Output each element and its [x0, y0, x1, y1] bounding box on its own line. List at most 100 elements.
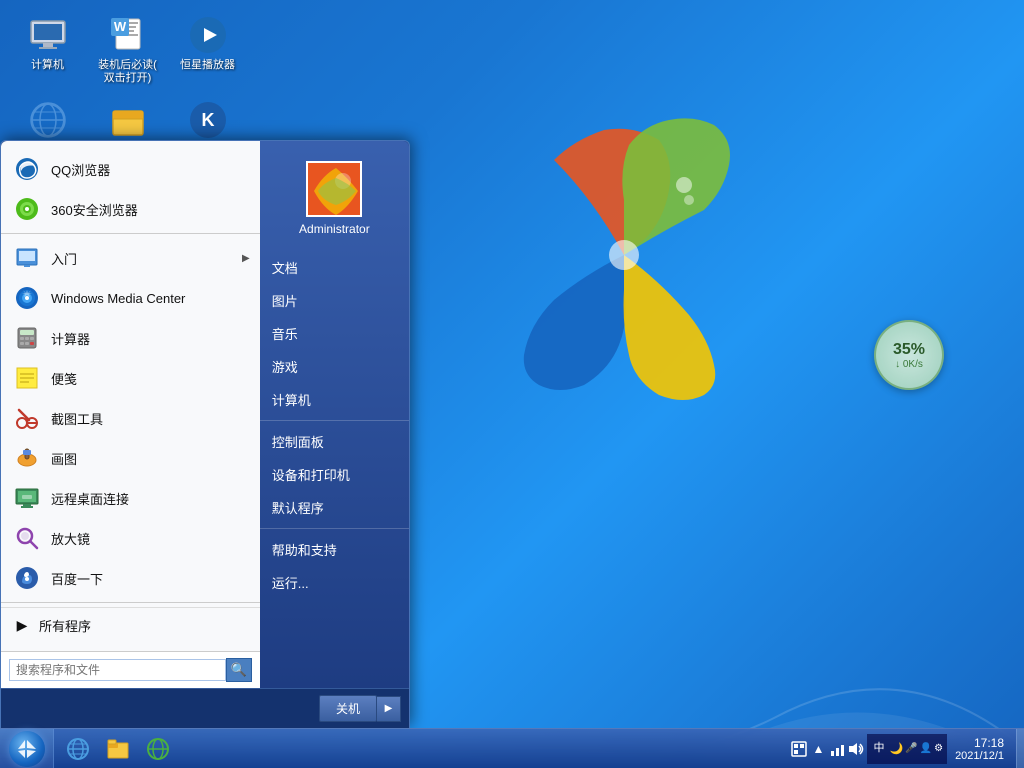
- start-search-input[interactable]: [9, 659, 226, 681]
- start-right-control-panel[interactable]: 控制面板: [260, 425, 409, 458]
- start-item-qq-browser[interactable]: QQ浏览器: [1, 149, 260, 189]
- start-right-pictures[interactable]: 图片: [260, 284, 409, 317]
- calculator-icon: [13, 324, 41, 352]
- lang-person-icon: 👤: [920, 743, 932, 754]
- clock-time: 17:18: [974, 736, 1004, 750]
- tray-network[interactable]: [828, 740, 846, 758]
- qq-browser-icon: [13, 155, 41, 183]
- kugou-icon: K: [188, 100, 228, 140]
- start-left-items: QQ浏览器 360安全浏览器: [1, 141, 260, 651]
- taskbar: ▲: [0, 728, 1024, 768]
- tray-action-center[interactable]: [790, 740, 808, 758]
- user-avatar-area: Administrator: [260, 151, 409, 246]
- user-avatar[interactable]: [306, 161, 362, 217]
- tray-volume[interactable]: [847, 740, 865, 758]
- start-menu: QQ浏览器 360安全浏览器: [0, 140, 410, 728]
- start-item-all-programs[interactable]: ▶ 所有程序: [1, 607, 260, 643]
- start-item-calculator[interactable]: 计算器: [1, 318, 260, 358]
- 360-browser-icon: [13, 195, 41, 223]
- paint-icon: [13, 444, 41, 472]
- desktop-icon-star-player[interactable]: 恒星播放器: [170, 10, 245, 90]
- start-right-documents[interactable]: 文档: [260, 251, 409, 284]
- start-right-music[interactable]: 音乐: [260, 317, 409, 350]
- username: Administrator: [299, 222, 370, 236]
- getting-started-label: 入门: [51, 249, 77, 268]
- language-indicator[interactable]: 中 🌙 🎤 👤 ⚙: [867, 734, 947, 764]
- start-right-computer[interactable]: 计算机: [260, 383, 409, 416]
- windows-orb: [9, 731, 45, 767]
- star-player-icon: [188, 15, 228, 55]
- activate-driver-icon: [108, 100, 148, 140]
- start-item-baidu[interactable]: 百度一下: [1, 558, 260, 598]
- sticky-notes-icon: [13, 364, 41, 392]
- perf-speed: ↓ 0K/s: [895, 359, 923, 370]
- getting-started-arrow: ▶: [242, 253, 250, 264]
- taskbar-items: [54, 731, 784, 767]
- start-right-run[interactable]: 运行...: [260, 566, 409, 599]
- start-button[interactable]: [0, 729, 54, 768]
- right-divider-1: [260, 420, 409, 421]
- qq-browser-label: QQ浏览器: [51, 160, 110, 179]
- all-programs-icon: ▶: [13, 617, 31, 635]
- search-button[interactable]: 🔍: [226, 658, 252, 682]
- show-desktop-button[interactable]: [1016, 729, 1024, 768]
- lang-icon: 中: [871, 739, 887, 758]
- lang-settings-icon: ⚙: [934, 743, 943, 754]
- system-tray: ▲: [784, 734, 1016, 764]
- tray-up-arrow[interactable]: ▲: [809, 740, 827, 758]
- lang-mic-icon: 🎤: [905, 743, 917, 754]
- start-item-snipping-tool[interactable]: 截图工具: [1, 398, 260, 438]
- start-divider-1: [1, 233, 260, 234]
- start-item-remote-desktop[interactable]: 远程桌面连接: [1, 478, 260, 518]
- install-guide-label: 装机后必读(双击打开): [98, 59, 157, 85]
- start-right-default-programs[interactable]: 默认程序: [260, 491, 409, 524]
- start-item-paint[interactable]: 画图: [1, 438, 260, 478]
- baidu-label: 百度一下: [51, 569, 103, 588]
- shutdown-arrow-button[interactable]: ▶: [377, 696, 401, 722]
- desktop-icon-computer[interactable]: 计算机: [10, 10, 85, 90]
- start-item-getting-started[interactable]: 入门 ▶: [1, 238, 260, 278]
- start-right-devices-printers[interactable]: 设备和打印机: [260, 458, 409, 491]
- taskbar-ie2[interactable]: [138, 731, 178, 767]
- start-divider-2: [1, 602, 260, 603]
- calculator-label: 计算器: [51, 329, 90, 348]
- taskbar-ie[interactable]: [58, 731, 98, 767]
- remote-desktop-icon: [13, 484, 41, 512]
- avatar-image: [308, 163, 362, 217]
- network-icon: [28, 100, 68, 140]
- 360-browser-label: 360安全浏览器: [51, 200, 138, 219]
- shutdown-button[interactable]: 关机: [319, 695, 377, 722]
- wmc-icon: [13, 284, 41, 312]
- start-item-sticky-notes[interactable]: 便笺: [1, 358, 260, 398]
- start-item-wmc[interactable]: Windows Media Center: [1, 278, 260, 318]
- clock-area[interactable]: 17:18 2021/12/1: [949, 736, 1010, 762]
- start-right-games[interactable]: 游戏: [260, 350, 409, 383]
- desktop: 35% ↓ 0K/s 计算机: [0, 0, 1024, 768]
- remote-desktop-label: 远程桌面连接: [51, 489, 129, 508]
- clock-date: 2021/12/1: [955, 750, 1004, 762]
- lang-moon-icon: 🌙: [889, 742, 903, 755]
- desktop-icon-install-guide[interactable]: W 装机后必读(双击打开): [90, 10, 165, 90]
- snipping-tool-label: 截图工具: [51, 409, 103, 428]
- taskbar-explorer[interactable]: [98, 731, 138, 767]
- windows-logo: [474, 100, 774, 410]
- sticky-notes-label: 便笺: [51, 369, 77, 388]
- start-item-magnifier[interactable]: 放大镜: [1, 518, 260, 558]
- start-search-area: 🔍: [1, 651, 260, 688]
- performance-widget[interactable]: 35% ↓ 0K/s: [874, 320, 944, 390]
- start-menu-left: QQ浏览器 360安全浏览器: [1, 141, 260, 688]
- baidu-icon: [13, 564, 41, 592]
- start-item-360-browser[interactable]: 360安全浏览器: [1, 189, 260, 229]
- install-guide-icon: W: [108, 15, 148, 55]
- paint-label: 画图: [51, 449, 77, 468]
- snipping-tool-icon: [13, 404, 41, 432]
- start-menu-bottom: 关机 ▶: [1, 688, 409, 728]
- start-right-help[interactable]: 帮助和支持: [260, 533, 409, 566]
- svg-text:K: K: [201, 110, 214, 130]
- computer-icon-label: 计算机: [31, 59, 64, 72]
- magnifier-label: 放大镜: [51, 529, 90, 548]
- right-divider-2: [260, 528, 409, 529]
- computer-icon: [28, 15, 68, 55]
- all-programs-label: 所有程序: [39, 616, 91, 635]
- perf-percent: 35%: [893, 341, 925, 359]
